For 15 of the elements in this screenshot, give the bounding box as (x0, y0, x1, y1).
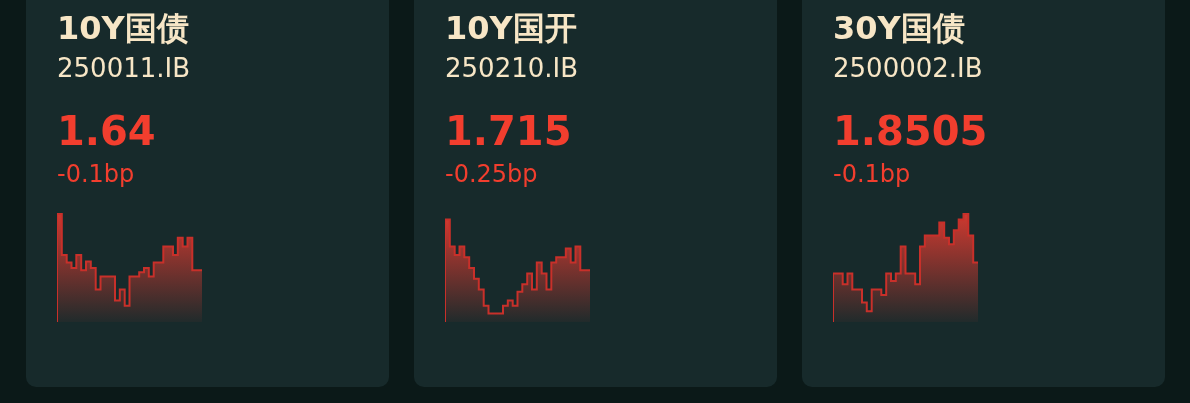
bond-code: 2500002.IB (833, 52, 983, 85)
bond-code: 250210.IB (445, 52, 579, 85)
yield-change: -0.1bp (833, 159, 911, 190)
yield-value: 1.64 (57, 107, 156, 156)
quote-card[interactable]: 10Y国开 250210.IB 1.715 -0.25bp (414, 0, 777, 387)
bond-code: 250011.IB (57, 52, 191, 85)
yield-change: -0.25bp (445, 159, 538, 190)
bond-name: 30Y国债 (833, 8, 965, 49)
yield-value: 1.8505 (833, 107, 988, 156)
quote-card[interactable]: 10Y国债 250011.IB 1.64 -0.1bp (26, 0, 389, 387)
bond-name: 10Y国开 (445, 8, 577, 49)
bond-name: 10Y国债 (57, 8, 189, 49)
quote-card[interactable]: 30Y国债 2500002.IB 1.8505 -0.1bp (802, 0, 1165, 387)
yield-value: 1.715 (445, 107, 572, 156)
yield-change: -0.1bp (57, 159, 135, 190)
